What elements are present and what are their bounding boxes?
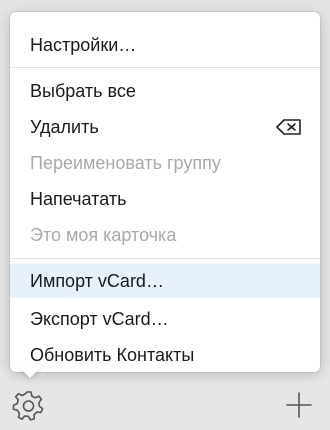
menu-item-import-vcard[interactable]: Импорт vCard… xyxy=(10,264,320,298)
menu-pointer xyxy=(18,366,42,378)
menu-item-my-card: Это моя карточка xyxy=(10,218,320,252)
menu-item-label: Удалить xyxy=(30,117,99,137)
menu-separator xyxy=(10,258,320,259)
menu-item-label: Напечатать xyxy=(30,189,127,209)
menu-item-label: Это моя карточка xyxy=(30,225,177,245)
menu-item-settings[interactable]: Настройки… xyxy=(10,28,320,62)
menu-separator xyxy=(10,67,320,68)
menu-item-label: Экспорт vCard… xyxy=(30,309,169,329)
menu-item-rename-group: Переименовать группу xyxy=(10,146,320,180)
menu-item-label: Обновить Контакты xyxy=(30,345,195,365)
menu-item-delete[interactable]: Удалить xyxy=(10,110,320,144)
menu-item-label: Импорт vCard… xyxy=(30,271,164,291)
menu-item-export-vcard[interactable]: Экспорт vCard… xyxy=(10,302,320,336)
gear-icon[interactable] xyxy=(12,388,46,422)
plus-icon[interactable] xyxy=(284,390,314,420)
delete-backspace-icon xyxy=(276,119,301,135)
context-menu: Настройки… Выбрать все Удалить Переимено… xyxy=(10,12,320,372)
bottom-toolbar xyxy=(0,366,330,430)
menu-item-label: Выбрать все xyxy=(30,81,136,101)
menu-item-label: Переименовать группу xyxy=(30,153,221,173)
menu-item-label: Настройки… xyxy=(30,35,137,55)
menu-item-print[interactable]: Напечатать xyxy=(10,182,320,216)
menu-item-select-all[interactable]: Выбрать все xyxy=(10,74,320,108)
menu-item-refresh-contacts[interactable]: Обновить Контакты xyxy=(10,338,320,372)
